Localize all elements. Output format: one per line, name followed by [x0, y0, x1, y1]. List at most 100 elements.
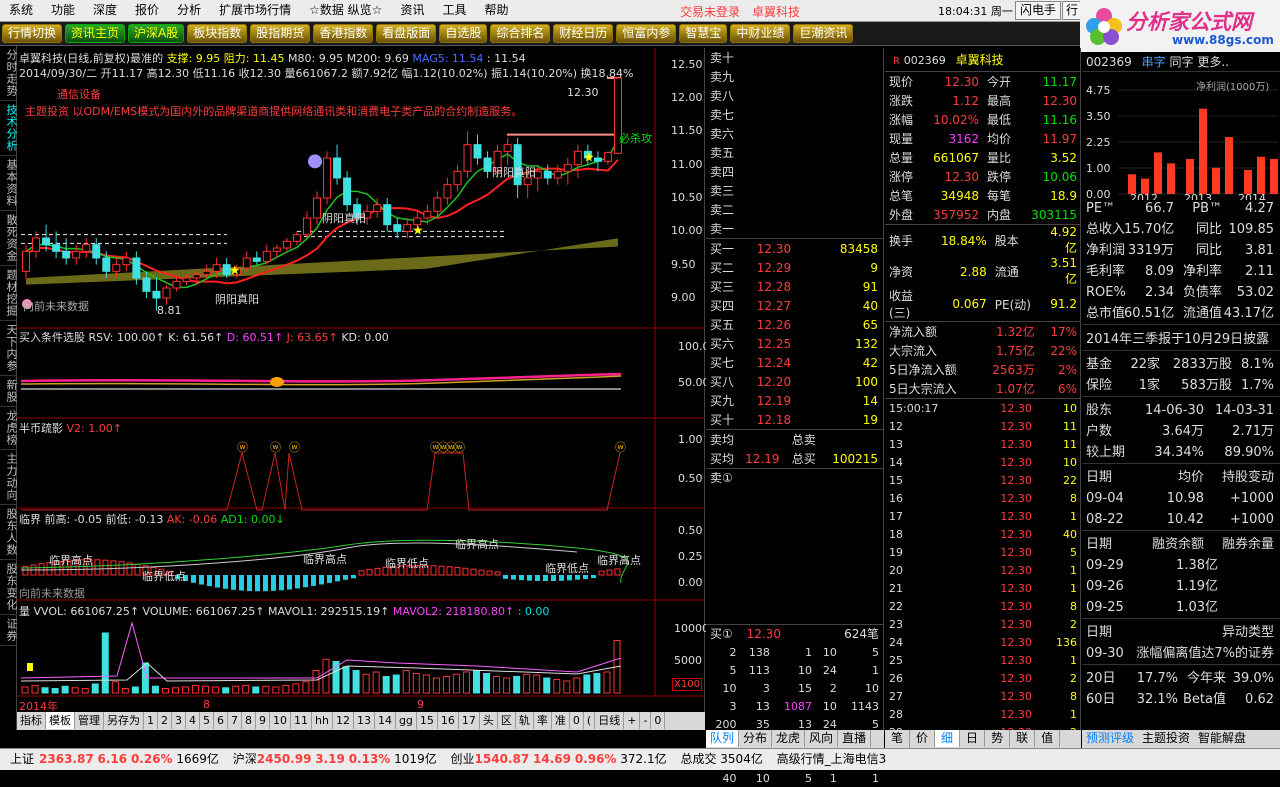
- quote-tab-5[interactable]: 联: [1010, 730, 1036, 747]
- order-tab-3[interactable]: 风向: [805, 730, 839, 747]
- quote-button[interactable]: 行: [1062, 1, 1083, 20]
- chart-tab-10[interactable]: 7: [228, 712, 242, 729]
- chart-tab-13[interactable]: 10: [270, 712, 291, 729]
- sell-row[interactable]: 卖五: [706, 143, 882, 162]
- nav-tab-4[interactable]: 题材挖掘: [0, 266, 18, 321]
- nav-tab-7[interactable]: 龙虎榜: [0, 407, 18, 450]
- chart-tab-33[interactable]: 0: [651, 712, 666, 729]
- menu-item-0[interactable]: 系统: [0, 0, 42, 21]
- toolbar-button-6[interactable]: 看盘版面: [376, 24, 437, 43]
- toolbar-button-2[interactable]: 沪深A股: [128, 24, 185, 43]
- buy-row[interactable]: 买二 12.29 9: [706, 258, 882, 277]
- nav-tab-8[interactable]: 主力动向: [0, 450, 18, 505]
- nav-tab-9[interactable]: 股东人数: [0, 505, 18, 560]
- order-tab-1[interactable]: 分布: [739, 730, 773, 747]
- toolbar-button-0[interactable]: 行情切换: [2, 24, 63, 43]
- chart-tab-20[interactable]: 15: [417, 712, 438, 729]
- flash-trade-button[interactable]: 闪电手: [1015, 1, 1062, 20]
- fin-tab-2[interactable]: 同字: [1169, 55, 1193, 69]
- sell-row[interactable]: 卖三: [706, 181, 882, 200]
- order-tab-4[interactable]: 直播: [838, 730, 872, 747]
- toolbar-button-3[interactable]: 板块指数: [187, 24, 248, 43]
- chart-tab-19[interactable]: gg: [396, 712, 417, 729]
- nav-tab-11[interactable]: 证券: [0, 615, 18, 646]
- chart-tab-6[interactable]: 3: [172, 712, 186, 729]
- chart-tab-21[interactable]: 16: [438, 712, 459, 729]
- chart-tab-28[interactable]: 0: [570, 712, 584, 729]
- fin-bottom-tab-2[interactable]: 智能解盘: [1194, 730, 1250, 747]
- nav-tab-5[interactable]: 天下内参: [0, 321, 18, 376]
- fin-tab-1[interactable]: 串字: [1142, 55, 1166, 69]
- fin-bottom-tab-1[interactable]: 主题投资: [1138, 730, 1194, 747]
- chart-tab-18[interactable]: 14: [375, 712, 396, 729]
- toolbar-button-5[interactable]: 香港指数: [313, 24, 374, 43]
- buy-row[interactable]: 买十 12.18 19: [706, 410, 882, 429]
- chart-tab-12[interactable]: 9: [256, 712, 270, 729]
- nav-tab-1[interactable]: 技术分析: [0, 101, 18, 156]
- nav-tab-3[interactable]: 散死资金: [0, 211, 18, 266]
- toolbar-button-7[interactable]: 自选股: [439, 24, 488, 43]
- order-tab-0[interactable]: 队列: [706, 730, 740, 747]
- chart-tab-4[interactable]: 1: [144, 712, 158, 729]
- menu-item-6[interactable]: ☆数据 纵览☆: [300, 0, 391, 21]
- sell-row[interactable]: 卖八: [706, 86, 882, 105]
- chart-tab-16[interactable]: 12: [333, 712, 354, 729]
- chart-tab-25[interactable]: 轨: [516, 712, 534, 729]
- chart-tab-23[interactable]: 头: [480, 712, 498, 729]
- chart-tab-7[interactable]: 4: [186, 712, 200, 729]
- chart-tab-14[interactable]: 11: [291, 712, 312, 729]
- sh-index[interactable]: 上证 2363.87 6.16 0.26% 1669亿: [0, 749, 224, 770]
- menu-item-5[interactable]: 扩展市场行情: [210, 0, 300, 21]
- toolbar-button-11[interactable]: 智慧宝: [679, 24, 728, 43]
- chart-tab-32[interactable]: -: [640, 712, 652, 729]
- chart-tab-22[interactable]: 17: [459, 712, 480, 729]
- menu-item-8[interactable]: 工具: [433, 0, 475, 21]
- fin-tab-more[interactable]: 更多..: [1197, 55, 1229, 69]
- buy-row[interactable]: 买七 12.24 42: [706, 353, 882, 372]
- chart-tab-27[interactable]: 准: [552, 712, 570, 729]
- chart-tab-0[interactable]: 指标: [17, 712, 46, 729]
- toolbar-button-8[interactable]: 综合排名: [490, 24, 551, 43]
- sell-row[interactable]: 卖一: [706, 219, 882, 238]
- chart-tab-3[interactable]: 另存为: [104, 712, 144, 729]
- sell-row[interactable]: 卖九: [706, 67, 882, 86]
- chart-tab-1[interactable]: 模板: [46, 712, 75, 729]
- sell-row[interactable]: 卖十: [706, 48, 882, 67]
- sell-row[interactable]: 卖六: [706, 124, 882, 143]
- buy-row[interactable]: 买五 12.26 65: [706, 315, 882, 334]
- chart-tab-5[interactable]: 2: [158, 712, 172, 729]
- server[interactable]: 高级行情_上海电信3: [772, 749, 892, 770]
- nav-tab-10[interactable]: 股东变化: [0, 560, 18, 615]
- fin-bottom-tab-0[interactable]: 预测评级: [1082, 730, 1138, 747]
- chart-tab-9[interactable]: 6: [214, 712, 228, 729]
- chart-tab-30[interactable]: 日线: [595, 712, 625, 729]
- toolbar-button-4[interactable]: 股指期货: [250, 24, 311, 43]
- menu-item-9[interactable]: 帮助: [475, 0, 517, 21]
- menu-item-7[interactable]: 资讯: [391, 0, 433, 21]
- quote-tab-1[interactable]: 价: [910, 730, 936, 747]
- quote-tab-6[interactable]: 值: [1035, 730, 1061, 747]
- chart-tab-31[interactable]: +: [624, 712, 641, 729]
- cy-index[interactable]: 创业1540.87 14.69 0.96% 372.1亿: [446, 749, 672, 770]
- sell-row[interactable]: 卖二: [706, 200, 882, 219]
- quote-tab-3[interactable]: 日: [960, 730, 986, 747]
- chart-tab-15[interactable]: hh: [312, 712, 333, 729]
- quote-tab-4[interactable]: 势: [985, 730, 1011, 747]
- order-tab-2[interactable]: 龙虎: [772, 730, 806, 747]
- buy-row[interactable]: 买六 12.25 132: [706, 334, 882, 353]
- chart-area[interactable]: ★ ★ ★ ⓦ ⓦ ⓦ ⓦ ⓦ ⓦ ⓦ ⓦ 卓翼科技(日线,前复权)最准的 支撑: 9.95 阻力:…: [17, 48, 710, 713]
- menu-item-3[interactable]: 报价: [126, 0, 168, 21]
- toolbar-button-13[interactable]: 巨潮资讯: [793, 24, 854, 43]
- chart-tab-24[interactable]: 区: [498, 712, 516, 729]
- login-status[interactable]: 交易未登录: [680, 3, 740, 20]
- buy-row[interactable]: 买四 12.27 40: [706, 296, 882, 315]
- sell-row[interactable]: 卖四: [706, 162, 882, 181]
- nav-tab-2[interactable]: 基本资料: [0, 156, 18, 211]
- sz-index[interactable]: 沪深2450.99 3.19 0.13% 1019亿: [228, 749, 442, 770]
- chart-tab-11[interactable]: 8: [242, 712, 256, 729]
- toolbar-button-1[interactable]: 资讯主页: [65, 24, 126, 43]
- toolbar-button-9[interactable]: 财经日历: [553, 24, 614, 43]
- sell-row[interactable]: 卖七: [706, 105, 882, 124]
- nav-tab-0[interactable]: 分时走势: [0, 46, 18, 101]
- buy-row[interactable]: 买九 12.19 14: [706, 391, 882, 410]
